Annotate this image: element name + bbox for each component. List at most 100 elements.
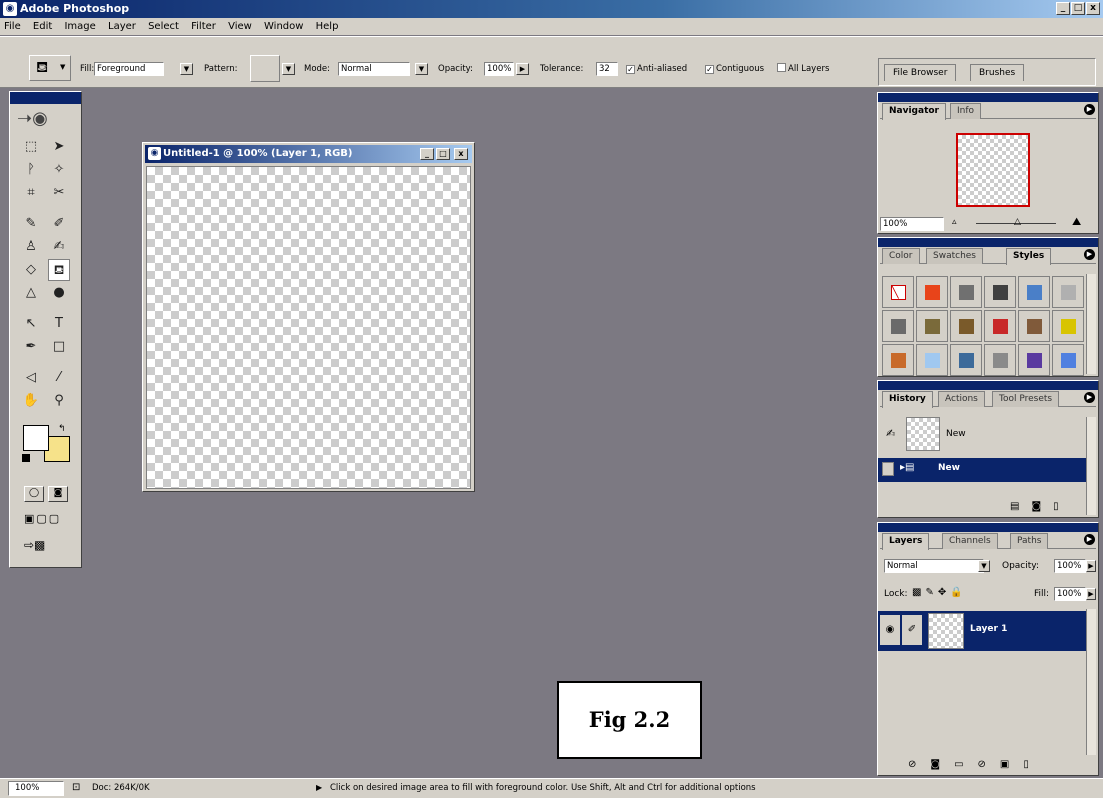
panel-menu-icon[interactable]: ▶ bbox=[1084, 392, 1095, 403]
style-swatch[interactable] bbox=[1052, 344, 1084, 376]
blend-mode-dropdown-arrow[interactable]: ▼ bbox=[978, 560, 990, 572]
style-swatch[interactable] bbox=[916, 344, 948, 376]
status-menu-arrow-icon[interactable]: ▶ bbox=[316, 779, 322, 797]
menu-select[interactable]: Select bbox=[148, 21, 179, 32]
screen-mode-icons[interactable]: ▣▢▢ bbox=[24, 512, 61, 525]
style-swatch[interactable] bbox=[950, 276, 982, 308]
pattern-dropdown-arrow[interactable]: ▼ bbox=[282, 63, 295, 75]
tab-paths[interactable]: Paths bbox=[1010, 533, 1049, 549]
swap-colors-icon[interactable]: ↰ bbox=[58, 424, 66, 434]
panel-menu-icon[interactable]: ▶ bbox=[1084, 104, 1095, 115]
type-icon[interactable]: T bbox=[48, 313, 70, 335]
document-canvas[interactable] bbox=[146, 166, 471, 489]
panel-menu-icon[interactable]: ▶ bbox=[1084, 249, 1095, 260]
history-brush-source-icon[interactable]: ✍ bbox=[886, 427, 895, 440]
tab-brushes[interactable]: Brushes bbox=[970, 64, 1025, 81]
zoom-slider-thumb-icon[interactable]: △ bbox=[1014, 217, 1021, 227]
panel-menu-icon[interactable]: ▶ bbox=[1084, 534, 1095, 545]
menu-image[interactable]: Image bbox=[64, 21, 95, 32]
pen-icon[interactable]: ✒ bbox=[20, 336, 42, 358]
hand-icon[interactable]: ✋ bbox=[20, 390, 42, 412]
doc-close-button[interactable]: x bbox=[454, 148, 468, 160]
maximize-button[interactable]: □ bbox=[1071, 2, 1085, 15]
layer-opacity-arrow[interactable]: ▶ bbox=[1086, 560, 1096, 572]
style-none-swatch[interactable]: ╲ bbox=[882, 276, 914, 308]
lasso-icon[interactable]: ᚹ bbox=[20, 159, 42, 181]
menu-layer[interactable]: Layer bbox=[108, 21, 136, 32]
style-swatch[interactable] bbox=[950, 344, 982, 376]
contiguous-option[interactable]: ✓ Contiguous bbox=[705, 63, 764, 75]
style-swatch[interactable] bbox=[1052, 310, 1084, 342]
menu-file[interactable]: File bbox=[4, 21, 21, 32]
styles-scrollbar[interactable] bbox=[1086, 274, 1096, 374]
zoom-out-icon[interactable]: ▵ bbox=[952, 217, 957, 227]
tab-swatches[interactable]: Swatches bbox=[926, 248, 983, 264]
fill-dropdown-arrow[interactable]: ▼ bbox=[180, 63, 193, 75]
style-swatch[interactable] bbox=[1018, 276, 1050, 308]
standard-mode-icon[interactable]: ◯ bbox=[24, 486, 44, 502]
mode-select[interactable]: Normal bbox=[338, 62, 410, 76]
minimize-button[interactable]: _ bbox=[1056, 2, 1070, 15]
history-brush-slot[interactable] bbox=[882, 462, 894, 476]
navigator-zoom-input[interactable]: 100% bbox=[880, 217, 944, 231]
tolerance-input[interactable]: 32 bbox=[596, 62, 618, 76]
zoom-in-icon[interactable]: ⛰ bbox=[1072, 215, 1081, 229]
status-zoom[interactable]: 100% bbox=[8, 781, 64, 796]
marquee-icon[interactable]: ⬚ bbox=[20, 136, 42, 158]
eyedropper-icon[interactable]: ⁄ bbox=[48, 367, 70, 389]
doc-minimize-button[interactable]: _ bbox=[420, 148, 434, 160]
history-scrollbar[interactable] bbox=[1086, 417, 1096, 515]
style-swatch[interactable] bbox=[984, 276, 1016, 308]
all-layers-option[interactable]: All Layers bbox=[777, 63, 829, 75]
layer-fill-input[interactable]: 100% bbox=[1054, 587, 1086, 601]
quick-mask-icon[interactable]: ◙ bbox=[48, 486, 68, 502]
style-swatch[interactable] bbox=[984, 344, 1016, 376]
style-swatch[interactable] bbox=[882, 310, 914, 342]
adobe-online-icon[interactable]: ➝◉ bbox=[13, 106, 77, 132]
eye-icon[interactable]: ◉ bbox=[880, 615, 900, 645]
tab-info[interactable]: Info bbox=[950, 103, 982, 119]
tab-tool-presets[interactable]: Tool Presets bbox=[992, 391, 1060, 407]
document-title-bar[interactable]: ◉ Untitled-1 @ 100% (Layer 1, RGB) _ □ x bbox=[145, 145, 472, 163]
pattern-picker[interactable] bbox=[250, 55, 280, 82]
tab-history[interactable]: History bbox=[882, 391, 933, 408]
blend-mode-select[interactable]: Normal bbox=[884, 559, 984, 573]
zoom-icon[interactable]: ⚲ bbox=[48, 390, 70, 412]
notes-icon[interactable]: ◁ bbox=[20, 367, 42, 389]
history-footer-icons[interactable]: ▤◙▯ bbox=[1010, 501, 1071, 512]
style-swatch[interactable] bbox=[950, 310, 982, 342]
anti-aliased-option[interactable]: ✓ Anti-aliased bbox=[626, 63, 687, 75]
slice-icon[interactable]: ✂ bbox=[48, 182, 70, 204]
eraser-icon[interactable]: ◇ bbox=[20, 259, 42, 281]
style-swatch[interactable] bbox=[1018, 310, 1050, 342]
style-swatch[interactable] bbox=[916, 310, 948, 342]
doc-maximize-button[interactable]: □ bbox=[436, 148, 450, 160]
layers-scrollbar[interactable] bbox=[1086, 609, 1096, 755]
tab-channels[interactable]: Channels bbox=[942, 533, 998, 549]
style-swatch[interactable] bbox=[882, 344, 914, 376]
tab-color[interactable]: Color bbox=[882, 248, 920, 264]
brush-link-icon[interactable]: ✐ bbox=[902, 615, 922, 645]
tab-actions[interactable]: Actions bbox=[938, 391, 985, 407]
fill-select[interactable]: Foreground bbox=[94, 62, 164, 76]
layer-thumbnail[interactable] bbox=[928, 613, 964, 649]
blur-icon[interactable]: △ bbox=[20, 282, 42, 304]
close-button[interactable]: x bbox=[1086, 2, 1100, 15]
contiguous-checkbox[interactable]: ✓ bbox=[705, 65, 714, 74]
style-swatch[interactable] bbox=[916, 276, 948, 308]
navigator-thumbnail[interactable] bbox=[956, 133, 1030, 207]
magic-wand-icon[interactable]: ✧ bbox=[48, 159, 70, 181]
tab-navigator[interactable]: Navigator bbox=[882, 103, 946, 120]
clone-stamp-icon[interactable]: ♙ bbox=[20, 236, 42, 258]
opacity-slider-arrow[interactable]: ▶ bbox=[516, 63, 529, 75]
path-selection-icon[interactable]: ↖ bbox=[20, 313, 42, 335]
menu-edit[interactable]: Edit bbox=[33, 21, 52, 32]
status-doc-size[interactable]: Doc: 264K/0K bbox=[92, 779, 150, 797]
menu-view[interactable]: View bbox=[228, 21, 252, 32]
menu-filter[interactable]: Filter bbox=[191, 21, 216, 32]
style-swatch[interactable] bbox=[1018, 344, 1050, 376]
jump-to-imageready-icon[interactable]: ⇨▩ bbox=[24, 538, 45, 552]
brush-icon[interactable]: ✐ bbox=[48, 213, 70, 235]
lock-icons[interactable]: ▩✎✥🔒 bbox=[912, 587, 967, 598]
tool-preset-picker[interactable]: ⛾ ▼ bbox=[29, 55, 71, 81]
